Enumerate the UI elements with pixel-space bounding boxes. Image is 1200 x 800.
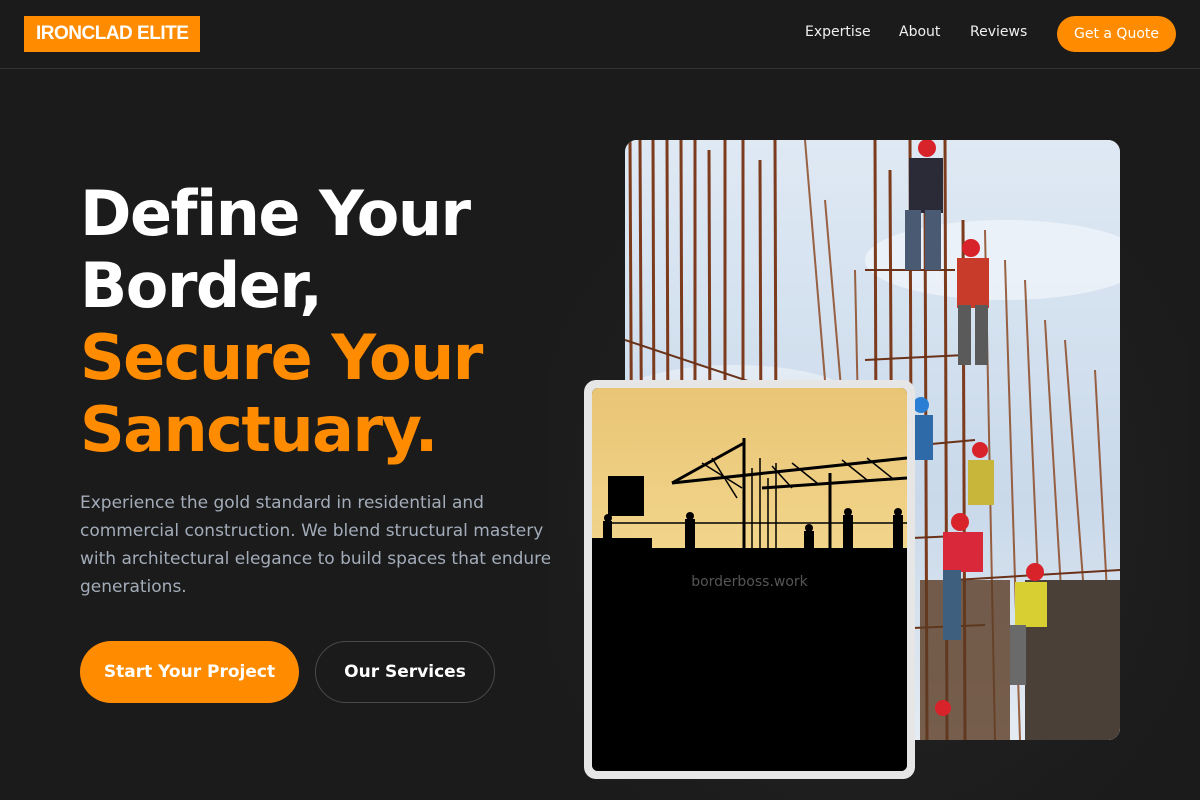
headline-accent-line-1: Secure Your: [80, 321, 483, 394]
our-services-button[interactable]: Our Services: [315, 641, 495, 703]
nav-link-reviews[interactable]: Reviews: [970, 24, 1027, 40]
top-nav: IRONCLAD ELITE Expertise About Reviews G…: [0, 0, 1200, 69]
hero-description: Experience the gold standard in resident…: [80, 493, 581, 597]
silhouette-photo: borderboss.work: [592, 388, 907, 771]
image-watermark: borderboss.work: [691, 574, 808, 590]
start-project-button[interactable]: Start Your Project: [80, 641, 299, 703]
nav-link-expertise[interactable]: Expertise: [805, 24, 871, 40]
headline-line-1: Define Your: [80, 177, 471, 250]
headline-line-2: Border,: [80, 249, 323, 322]
hero-headline: Define Your Border, Secure Your Sanctuar…: [80, 177, 483, 466]
nav-link-about[interactable]: About: [899, 24, 940, 40]
headline-accent-line-2: Sanctuary.: [80, 393, 438, 466]
brand-logo[interactable]: IRONCLAD ELITE: [24, 16, 201, 52]
get-quote-button[interactable]: Get a Quote: [1057, 16, 1176, 52]
silhouette-photo-card: borderboss.work: [584, 380, 915, 779]
